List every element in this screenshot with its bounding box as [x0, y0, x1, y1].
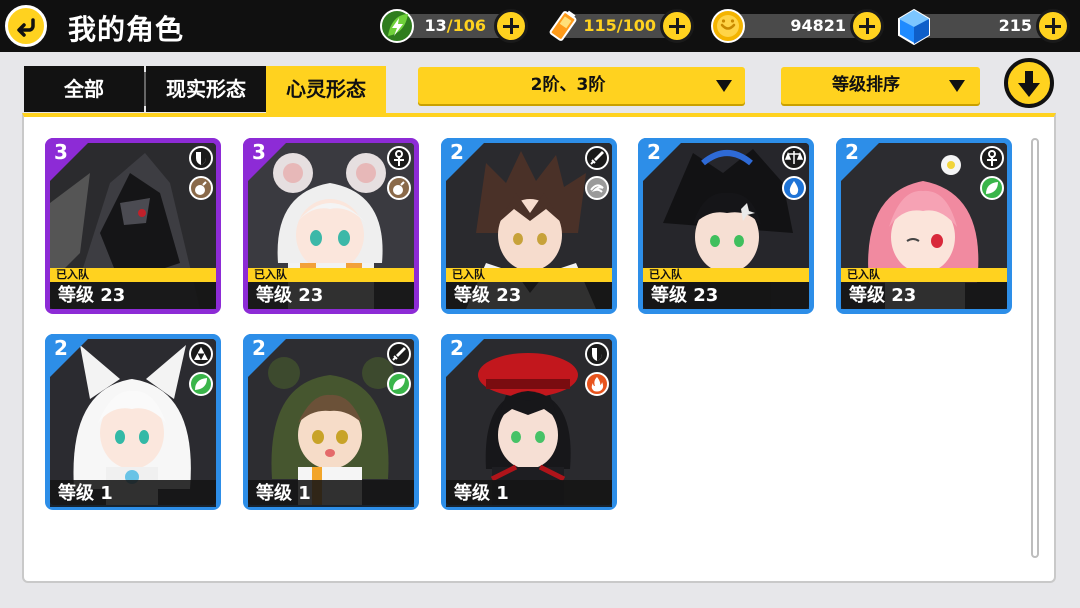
- rank-number: 2: [450, 140, 464, 164]
- shield-icon: [585, 342, 609, 366]
- character-card[interactable]: 2 已入队 等级 23: [638, 138, 814, 314]
- fire-icon: [585, 372, 609, 396]
- leaf-energy-icon: [380, 9, 414, 43]
- leaf-icon: [387, 372, 411, 396]
- tab-all[interactable]: 全部: [24, 66, 144, 112]
- battery-max: 100: [622, 16, 656, 35]
- character-level: 等级 23: [50, 282, 216, 309]
- stamina-resource: 13/106: [380, 9, 530, 43]
- scales-icon: [782, 146, 806, 170]
- add-battery-button[interactable]: [660, 9, 694, 43]
- page-title: 我的角色: [68, 13, 185, 46]
- rank-number: 2: [450, 336, 464, 360]
- character-card[interactable]: 2 已入队 等级 23: [441, 138, 617, 314]
- add-crystals-button[interactable]: [1036, 9, 1070, 43]
- rank-number: 2: [54, 336, 68, 360]
- crystals-resource: 215: [896, 8, 1072, 46]
- chevron-down-icon: [716, 80, 732, 92]
- back-button[interactable]: [5, 5, 47, 47]
- scrollbar[interactable]: [1031, 138, 1039, 558]
- sort-order-button[interactable]: [1004, 58, 1054, 108]
- rank-number: 3: [252, 140, 266, 164]
- leaf-icon: [189, 372, 213, 396]
- coin-icon: [711, 9, 745, 43]
- character-level: 等级 23: [643, 282, 809, 309]
- rank-filter-dropdown[interactable]: 2阶、3阶: [418, 67, 745, 104]
- in-team-badge: 已入队: [248, 268, 414, 282]
- blue-crystal-icon: [898, 8, 930, 46]
- water-drop-icon: [782, 176, 806, 200]
- rank-number: 2: [647, 140, 661, 164]
- tab-spirit-form[interactable]: 心灵形态: [266, 66, 386, 114]
- coins-resource: 94821: [710, 9, 886, 43]
- in-team-badge: 已入队: [643, 268, 809, 282]
- stamina-max: 106: [452, 16, 486, 35]
- character-level: 等级 1: [248, 480, 414, 507]
- rank-number: 3: [54, 140, 68, 164]
- shield-icon: [189, 146, 213, 170]
- character-level: 等级 23: [248, 282, 414, 309]
- tab-reality-form[interactable]: 现实形态: [146, 66, 266, 112]
- chevron-down-icon: [949, 80, 965, 92]
- in-team-badge: 已入队: [50, 268, 216, 282]
- bomb-icon: [387, 176, 411, 200]
- battery-resource: 115/100: [546, 9, 696, 43]
- top-bar: 我的角色 13/106 115/100 94821 215: [0, 0, 1080, 52]
- stamina-current: 13: [424, 16, 447, 35]
- crystal-amount: 215: [998, 16, 1032, 35]
- character-level: 等级 1: [50, 480, 216, 507]
- triforce-icon: [189, 342, 213, 366]
- character-card[interactable]: 2 等级 1: [243, 334, 419, 510]
- character-card[interactable]: 3 已入队 等级 23: [45, 138, 221, 314]
- battery-current: 115: [583, 16, 617, 35]
- ankh-icon: [980, 146, 1004, 170]
- back-arrow-icon: [17, 18, 35, 37]
- wind-icon: [585, 176, 609, 200]
- rank-number: 2: [252, 336, 266, 360]
- character-level: 等级 23: [446, 282, 612, 309]
- character-card[interactable]: 2 已入队 等级 23: [836, 138, 1012, 314]
- character-card[interactable]: 2 等级 1: [441, 334, 617, 510]
- add-coins-button[interactable]: [850, 9, 884, 43]
- coin-amount: 94821: [790, 16, 846, 35]
- rank-number: 2: [845, 140, 859, 164]
- character-level: 等级 23: [841, 282, 1007, 309]
- sort-value: 等级排序: [832, 75, 900, 95]
- arrow-down-icon: [1018, 71, 1040, 97]
- character-card[interactable]: 2 等级 1: [45, 334, 221, 510]
- character-level: 等级 1: [446, 480, 612, 507]
- character-card[interactable]: 3 已入队 等级 23: [243, 138, 419, 314]
- bomb-icon: [189, 176, 213, 200]
- battery-icon: [549, 10, 577, 41]
- in-team-badge: 已入队: [446, 268, 612, 282]
- sword-icon: [387, 342, 411, 366]
- ankh-icon: [387, 146, 411, 170]
- in-team-badge: 已入队: [841, 268, 1007, 282]
- sword-icon: [585, 146, 609, 170]
- sort-dropdown[interactable]: 等级排序: [781, 67, 980, 104]
- leaf-icon: [980, 176, 1004, 200]
- rank-filter-value: 2阶、3阶: [530, 75, 606, 95]
- add-stamina-button[interactable]: [494, 9, 528, 43]
